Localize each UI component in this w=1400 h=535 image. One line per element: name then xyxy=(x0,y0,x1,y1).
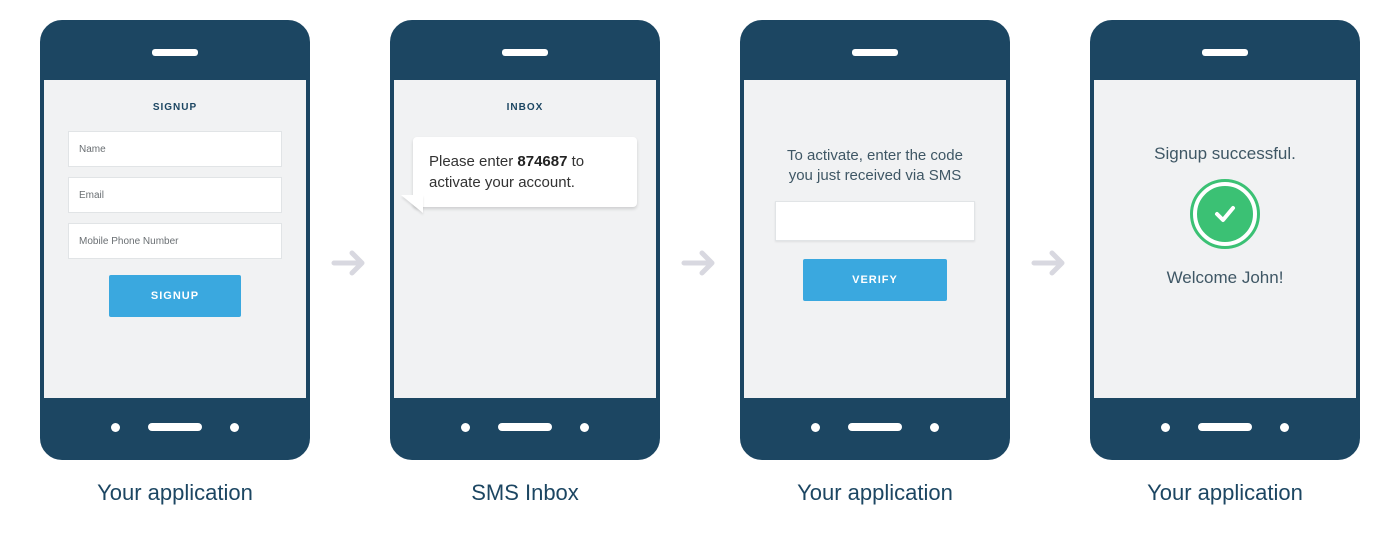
step-caption: Your application xyxy=(97,480,253,506)
sms-message: Please enter 874687 to activate your acc… xyxy=(413,137,637,207)
nav-dot-icon xyxy=(1280,423,1289,432)
nav-home-icon xyxy=(1198,423,1252,431)
phone-bottom xyxy=(394,398,656,456)
nav-dot-icon xyxy=(930,423,939,432)
signup-sms-flow: SIGNUP Name Email Mobile Phone Number SI… xyxy=(30,20,1370,506)
nav-home-icon xyxy=(498,423,552,431)
success-screen: Signup successful. Welcome John! xyxy=(1094,80,1356,398)
step-caption: Your application xyxy=(797,480,953,506)
nav-dot-icon xyxy=(111,423,120,432)
sms-code: 874687 xyxy=(517,153,567,170)
speaker-icon xyxy=(852,49,898,56)
inbox-screen: INBOX Please enter 874687 to activate yo… xyxy=(394,80,656,398)
verify-button[interactable]: VERIFY xyxy=(803,259,947,301)
nav-dot-icon xyxy=(1161,423,1170,432)
phone-mock-2: INBOX Please enter 874687 to activate yo… xyxy=(390,20,660,460)
screen-title: INBOX xyxy=(507,102,544,113)
nav-dot-icon xyxy=(811,423,820,432)
speaker-icon xyxy=(152,49,198,56)
name-field[interactable]: Name xyxy=(68,131,282,167)
nav-home-icon xyxy=(848,423,902,431)
checkmark-icon xyxy=(1193,182,1257,246)
step-signup: SIGNUP Name Email Mobile Phone Number SI… xyxy=(40,20,310,506)
sms-text-prefix: Please enter xyxy=(429,153,517,170)
verify-screen: To activate, enter the code you just rec… xyxy=(744,80,1006,398)
phone-field[interactable]: Mobile Phone Number xyxy=(68,223,282,259)
verify-instruction: To activate, enter the code you just rec… xyxy=(775,146,975,187)
signup-button[interactable]: SIGNUP xyxy=(109,275,241,317)
speaker-icon xyxy=(1202,49,1248,56)
arrow-icon xyxy=(328,43,372,483)
phone-top xyxy=(44,24,306,80)
phone-bottom xyxy=(744,398,1006,456)
arrow-icon xyxy=(678,43,722,483)
email-field[interactable]: Email xyxy=(68,177,282,213)
phone-bottom xyxy=(44,398,306,456)
step-caption: SMS Inbox xyxy=(471,480,579,506)
arrow-icon xyxy=(1028,43,1072,483)
success-message: Signup successful. xyxy=(1154,144,1296,164)
phone-mock-3: To activate, enter the code you just rec… xyxy=(740,20,1010,460)
bubble-tail-icon xyxy=(401,195,423,213)
phone-mock-4: Signup successful. Welcome John! xyxy=(1090,20,1360,460)
step-success: Signup successful. Welcome John! Your ap… xyxy=(1090,20,1360,506)
step-verify: To activate, enter the code you just rec… xyxy=(740,20,1010,506)
step-sms-inbox: INBOX Please enter 874687 to activate yo… xyxy=(390,20,660,506)
nav-dot-icon xyxy=(461,423,470,432)
welcome-message: Welcome John! xyxy=(1167,268,1284,288)
code-input[interactable] xyxy=(775,201,975,241)
phone-top xyxy=(744,24,1006,80)
screen-title: SIGNUP xyxy=(153,102,197,113)
nav-dot-icon xyxy=(230,423,239,432)
phone-top xyxy=(1094,24,1356,80)
speaker-icon xyxy=(502,49,548,56)
signup-screen: SIGNUP Name Email Mobile Phone Number SI… xyxy=(44,80,306,398)
nav-home-icon xyxy=(148,423,202,431)
phone-bottom xyxy=(1094,398,1356,456)
nav-dot-icon xyxy=(580,423,589,432)
phone-top xyxy=(394,24,656,80)
phone-mock-1: SIGNUP Name Email Mobile Phone Number SI… xyxy=(40,20,310,460)
step-caption: Your application xyxy=(1147,480,1303,506)
